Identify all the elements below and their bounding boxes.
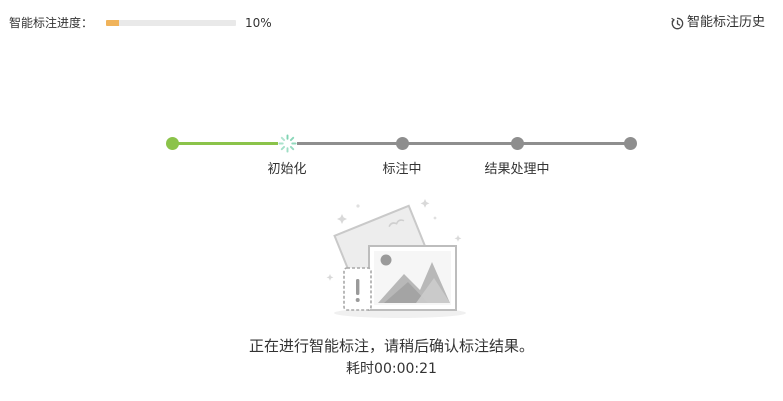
- step-connector: [402, 142, 517, 145]
- elapsed-label: 耗时: [346, 361, 375, 377]
- smart-annotation-page: 智能标注进度： 10% 智能标注历史 初始化 标注中 结果处理中 正在进行智能标…: [0, 0, 783, 401]
- step-connector: [517, 142, 630, 145]
- step-connector: [287, 142, 402, 145]
- elapsed-value: 00:00:21: [374, 361, 437, 377]
- annotation-stepper: 初始化 标注中 结果处理中: [0, 0, 783, 190]
- step-label-processing: 结果处理中: [484, 162, 550, 177]
- loading-spinner-icon: [277, 134, 297, 153]
- step-label-annotating: 标注中: [382, 162, 422, 177]
- step-dot-processing: [510, 137, 524, 150]
- step-dot-annotating: [395, 137, 409, 150]
- step-dot-start: [165, 137, 179, 150]
- step-label-init: 初始化: [267, 162, 307, 177]
- image-placeholder-warning-icon: [326, 199, 466, 318]
- step-connector-done: [172, 142, 287, 145]
- status-message: 正在进行智能标注，请稍后确认标注结果。: [248, 337, 534, 355]
- elapsed-time: 耗时00:00:21: [0, 359, 783, 379]
- step-dot-end: [623, 137, 637, 150]
